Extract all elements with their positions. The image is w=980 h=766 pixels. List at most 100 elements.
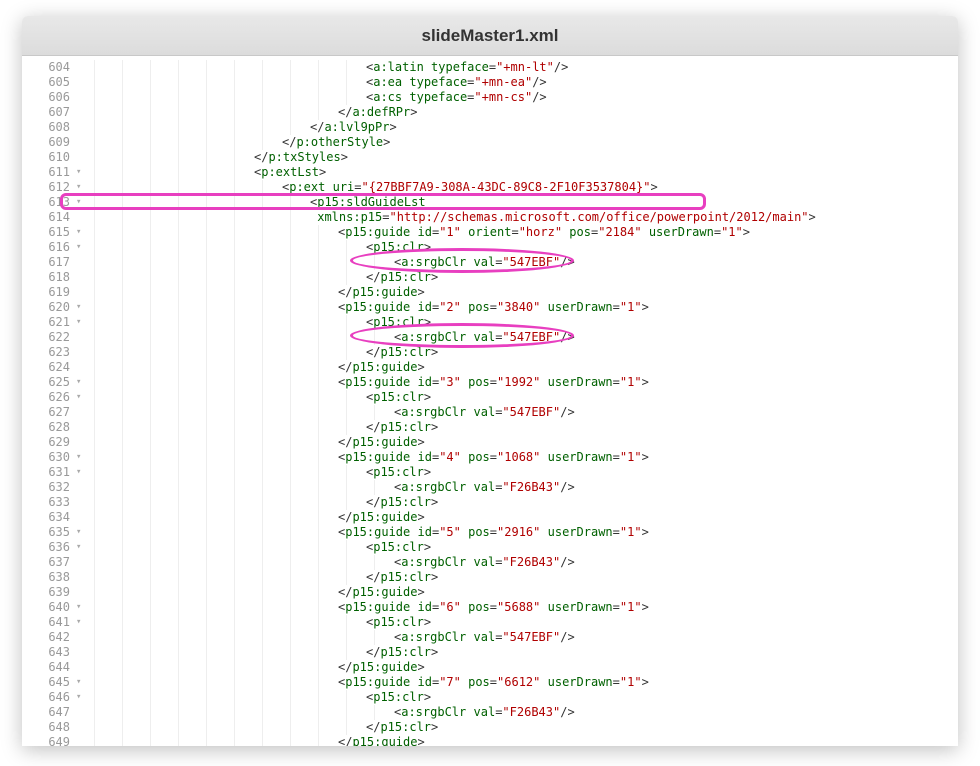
code-line[interactable]: 617<a:srgbClr val="547EBF"/> [22,255,958,270]
fold-marker[interactable]: ▾ [76,315,86,330]
code-content[interactable]: <p15:guide id="4" pos="1068" userDrawn="… [338,450,958,465]
code-line[interactable]: 630▾<p15:guide id="4" pos="1068" userDra… [22,450,958,465]
code-line[interactable]: 611▾<p:extLst> [22,165,958,180]
code-line[interactable]: 614 xmlns:p15="http://schemas.microsoft.… [22,210,958,225]
code-content[interactable]: <a:srgbClr val="547EBF"/> [394,255,958,270]
code-content[interactable]: <p15:sldGuideLst [310,195,958,210]
code-line[interactable]: 643</p15:clr> [22,645,958,660]
code-line[interactable]: 634</p15:guide> [22,510,958,525]
code-line[interactable]: 623</p15:clr> [22,345,958,360]
code-content[interactable]: </p15:clr> [366,345,958,360]
code-line[interactable]: 648</p15:clr> [22,720,958,735]
fold-marker[interactable]: ▾ [76,165,86,180]
code-line[interactable]: 633</p15:clr> [22,495,958,510]
code-content[interactable]: <p15:clr> [366,690,958,705]
code-line[interactable]: 621▾<p15:clr> [22,315,958,330]
code-content[interactable]: </p15:guide> [338,660,958,675]
code-line[interactable]: 624</p15:guide> [22,360,958,375]
code-content[interactable]: <p15:guide id="7" pos="6612" userDrawn="… [338,675,958,690]
code-content[interactable]: </p15:clr> [366,495,958,510]
code-content[interactable]: <a:srgbClr val="F26B43"/> [394,705,958,720]
code-content[interactable]: <p15:clr> [366,240,958,255]
code-content[interactable]: </p15:guide> [338,585,958,600]
code-content[interactable]: <p15:clr> [366,315,958,330]
code-content[interactable]: <p15:guide id="2" pos="3840" userDrawn="… [338,300,958,315]
code-line[interactable]: 612▾<p:ext uri="{27BBF7A9-308A-43DC-89C8… [22,180,958,195]
code-content[interactable]: <a:srgbClr val="547EBF"/> [394,405,958,420]
code-line[interactable]: 641▾<p15:clr> [22,615,958,630]
code-content[interactable]: <p15:guide id="3" pos="1992" userDrawn="… [338,375,958,390]
fold-marker[interactable]: ▾ [76,540,86,555]
code-line[interactable]: 615▾<p15:guide id="1" orient="horz" pos=… [22,225,958,240]
fold-marker[interactable]: ▾ [76,525,86,540]
code-content[interactable]: <p15:guide id="6" pos="5688" userDrawn="… [338,600,958,615]
fold-marker[interactable]: ▾ [76,225,86,240]
fold-marker[interactable]: ▾ [76,465,86,480]
code-content[interactable]: </p15:guide> [338,435,958,450]
fold-marker[interactable]: ▾ [76,300,86,315]
code-line[interactable]: 646▾<p15:clr> [22,690,958,705]
window-titlebar[interactable]: slideMaster1.xml [22,16,958,56]
code-content[interactable]: <p15:guide id="5" pos="2916" userDrawn="… [338,525,958,540]
code-content[interactable]: <a:latin typeface="+mn-lt"/> [366,60,958,75]
code-line[interactable]: 645▾<p15:guide id="7" pos="6612" userDra… [22,675,958,690]
code-line[interactable]: 635▾<p15:guide id="5" pos="2916" userDra… [22,525,958,540]
code-line[interactable]: 616▾<p15:clr> [22,240,958,255]
code-content[interactable]: <p:ext uri="{27BBF7A9-308A-43DC-89C8-2F1… [282,180,958,195]
code-line[interactable]: 640▾<p15:guide id="6" pos="5688" userDra… [22,600,958,615]
code-line[interactable]: 626▾<p15:clr> [22,390,958,405]
code-content[interactable]: </p15:guide> [338,735,958,746]
code-content[interactable]: <a:cs typeface="+mn-cs"/> [366,90,958,105]
code-content[interactable]: </p15:clr> [366,720,958,735]
code-content[interactable]: <a:srgbClr val="547EBF"/> [394,630,958,645]
code-content[interactable]: <p15:guide id="1" orient="horz" pos="218… [338,225,958,240]
code-content[interactable]: <p15:clr> [366,465,958,480]
code-line[interactable]: 610</p:txStyles> [22,150,958,165]
fold-marker[interactable]: ▾ [76,690,86,705]
fold-marker[interactable]: ▾ [76,180,86,195]
code-line[interactable]: 613▾<p15:sldGuideLst [22,195,958,210]
code-line[interactable]: 622<a:srgbClr val="547EBF"/> [22,330,958,345]
code-content[interactable]: </p15:clr> [366,270,958,285]
code-content[interactable]: </p:otherStyle> [282,135,958,150]
code-line[interactable]: 620▾<p15:guide id="2" pos="3840" userDra… [22,300,958,315]
fold-marker[interactable]: ▾ [76,390,86,405]
code-line[interactable]: 605<a:ea typeface="+mn-ea"/> [22,75,958,90]
code-line[interactable]: 638</p15:clr> [22,570,958,585]
code-line[interactable]: 632<a:srgbClr val="F26B43"/> [22,480,958,495]
code-content[interactable]: <a:ea typeface="+mn-ea"/> [366,75,958,90]
code-line[interactable]: 625▾<p15:guide id="3" pos="1992" userDra… [22,375,958,390]
code-content[interactable]: </a:defRPr> [338,105,958,120]
code-content[interactable]: </p15:guide> [338,285,958,300]
fold-marker[interactable]: ▾ [76,450,86,465]
code-line[interactable]: 606<a:cs typeface="+mn-cs"/> [22,90,958,105]
code-line[interactable]: 627<a:srgbClr val="547EBF"/> [22,405,958,420]
code-content[interactable]: <p15:clr> [366,615,958,630]
fold-marker[interactable]: ▾ [76,375,86,390]
fold-marker[interactable]: ▾ [76,675,86,690]
code-content[interactable]: </p15:clr> [366,645,958,660]
code-content[interactable]: <a:srgbClr val="547EBF"/> [394,330,958,345]
code-content[interactable]: </a:lvl9pPr> [310,120,958,135]
code-content[interactable]: <a:srgbClr val="F26B43"/> [394,480,958,495]
code-content[interactable]: </p15:clr> [366,570,958,585]
code-line[interactable]: 649</p15:guide> [22,735,958,746]
code-content[interactable]: <p15:clr> [366,540,958,555]
fold-marker[interactable]: ▾ [76,195,86,210]
code-line[interactable]: 619</p15:guide> [22,285,958,300]
code-content[interactable]: </p15:guide> [338,360,958,375]
code-line[interactable]: 628</p15:clr> [22,420,958,435]
code-content[interactable]: <p:extLst> [254,165,958,180]
code-editor[interactable]: 604<a:latin typeface="+mn-lt"/>605<a:ea … [22,56,958,746]
code-line[interactable]: 604<a:latin typeface="+mn-lt"/> [22,60,958,75]
code-line[interactable]: 642<a:srgbClr val="547EBF"/> [22,630,958,645]
code-line[interactable]: 644</p15:guide> [22,660,958,675]
code-line[interactable]: 618</p15:clr> [22,270,958,285]
code-line[interactable]: 629</p15:guide> [22,435,958,450]
code-content[interactable]: </p:txStyles> [254,150,958,165]
code-area[interactable]: 604<a:latin typeface="+mn-lt"/>605<a:ea … [22,56,958,746]
code-content[interactable]: </p15:clr> [366,420,958,435]
code-line[interactable]: 639</p15:guide> [22,585,958,600]
code-content[interactable]: </p15:guide> [338,510,958,525]
code-line[interactable]: 608</a:lvl9pPr> [22,120,958,135]
